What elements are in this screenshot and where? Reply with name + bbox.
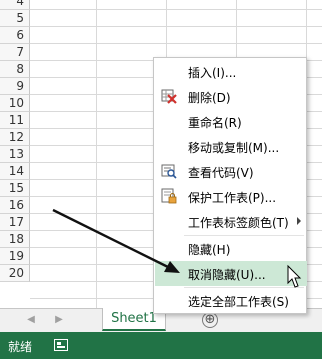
status-bar: 就绪 <box>0 332 322 359</box>
menu-item-move-copy[interactable]: 移动或复制(M)... <box>155 134 307 159</box>
menu-item-protect-sheet[interactable]: 保护工作表(P)... <box>155 184 307 209</box>
row-header[interactable]: 14 <box>0 163 30 180</box>
row-header[interactable]: 12 <box>0 129 30 146</box>
menu-item-label: 删除(D) <box>188 91 231 105</box>
menu-item-label: 移动或复制(M)... <box>188 141 280 155</box>
row-header[interactable]: 15 <box>0 180 30 197</box>
delete-sheet-icon <box>161 88 177 104</box>
menu-item-label: 保护工作表(P)... <box>188 191 277 205</box>
menu-item-label: 工作表标签颜色(T) <box>188 216 289 230</box>
add-sheet-icon[interactable]: ⊕ <box>202 312 218 328</box>
row-header[interactable]: 4 <box>0 0 30 10</box>
menu-item-unhide[interactable]: 取消隐藏(U)... <box>155 261 307 286</box>
menu-item-hide[interactable]: 隐藏(H) <box>155 236 307 261</box>
row-headers: 4 5 6 7 8 9 10 11 12 13 14 15 16 17 18 1… <box>0 0 30 308</box>
menu-item-insert[interactable]: 插入(I)... <box>155 59 307 84</box>
menu-item-view-code[interactable]: 查看代码(V) <box>155 159 307 184</box>
column-gridline <box>96 0 97 308</box>
menu-item-label: 选定全部工作表(S) <box>188 295 289 309</box>
scroll-tabs-right-icon[interactable]: ▶ <box>52 313 66 327</box>
view-code-icon <box>161 163 177 179</box>
scroll-tabs-left-icon[interactable]: ◀ <box>24 313 38 327</box>
row-header[interactable]: 20 <box>0 265 30 282</box>
sheet-context-menu: 插入(I)... 删除(D) 重命名(R) 移动或复制(M)... 查看代码(V… <box>153 57 307 314</box>
row-header[interactable]: 11 <box>0 112 30 129</box>
row-header[interactable]: 18 <box>0 231 30 248</box>
row-header[interactable]: 5 <box>0 10 30 27</box>
menu-item-label: 隐藏(H) <box>188 243 231 257</box>
menu-item-tab-color[interactable]: 工作表标签颜色(T) <box>155 209 307 234</box>
row-header[interactable]: 9 <box>0 78 30 95</box>
macro-record-icon[interactable] <box>54 339 68 351</box>
row-header[interactable]: 10 <box>0 95 30 112</box>
menu-item-label: 重命名(R) <box>188 116 242 130</box>
row-header[interactable]: 7 <box>0 44 30 61</box>
status-text: 就绪 <box>8 340 33 354</box>
row-header[interactable]: 6 <box>0 27 30 44</box>
menu-item-delete[interactable]: 删除(D) <box>155 84 307 109</box>
row-header[interactable]: 17 <box>0 214 30 231</box>
row-header[interactable]: 16 <box>0 197 30 214</box>
row-header[interactable]: 8 <box>0 61 30 78</box>
menu-item-label: 取消隐藏(U)... <box>188 268 266 282</box>
menu-item-rename[interactable]: 重命名(R) <box>155 109 307 134</box>
menu-item-select-all-sheets[interactable]: 选定全部工作表(S) <box>155 288 307 313</box>
row-header[interactable]: 13 <box>0 146 30 163</box>
menu-item-label: 插入(I)... <box>188 66 237 80</box>
row-header[interactable]: 19 <box>0 248 30 265</box>
protect-sheet-icon <box>161 188 177 204</box>
submenu-arrow-icon <box>297 217 301 225</box>
menu-item-label: 查看代码(V) <box>188 166 254 180</box>
